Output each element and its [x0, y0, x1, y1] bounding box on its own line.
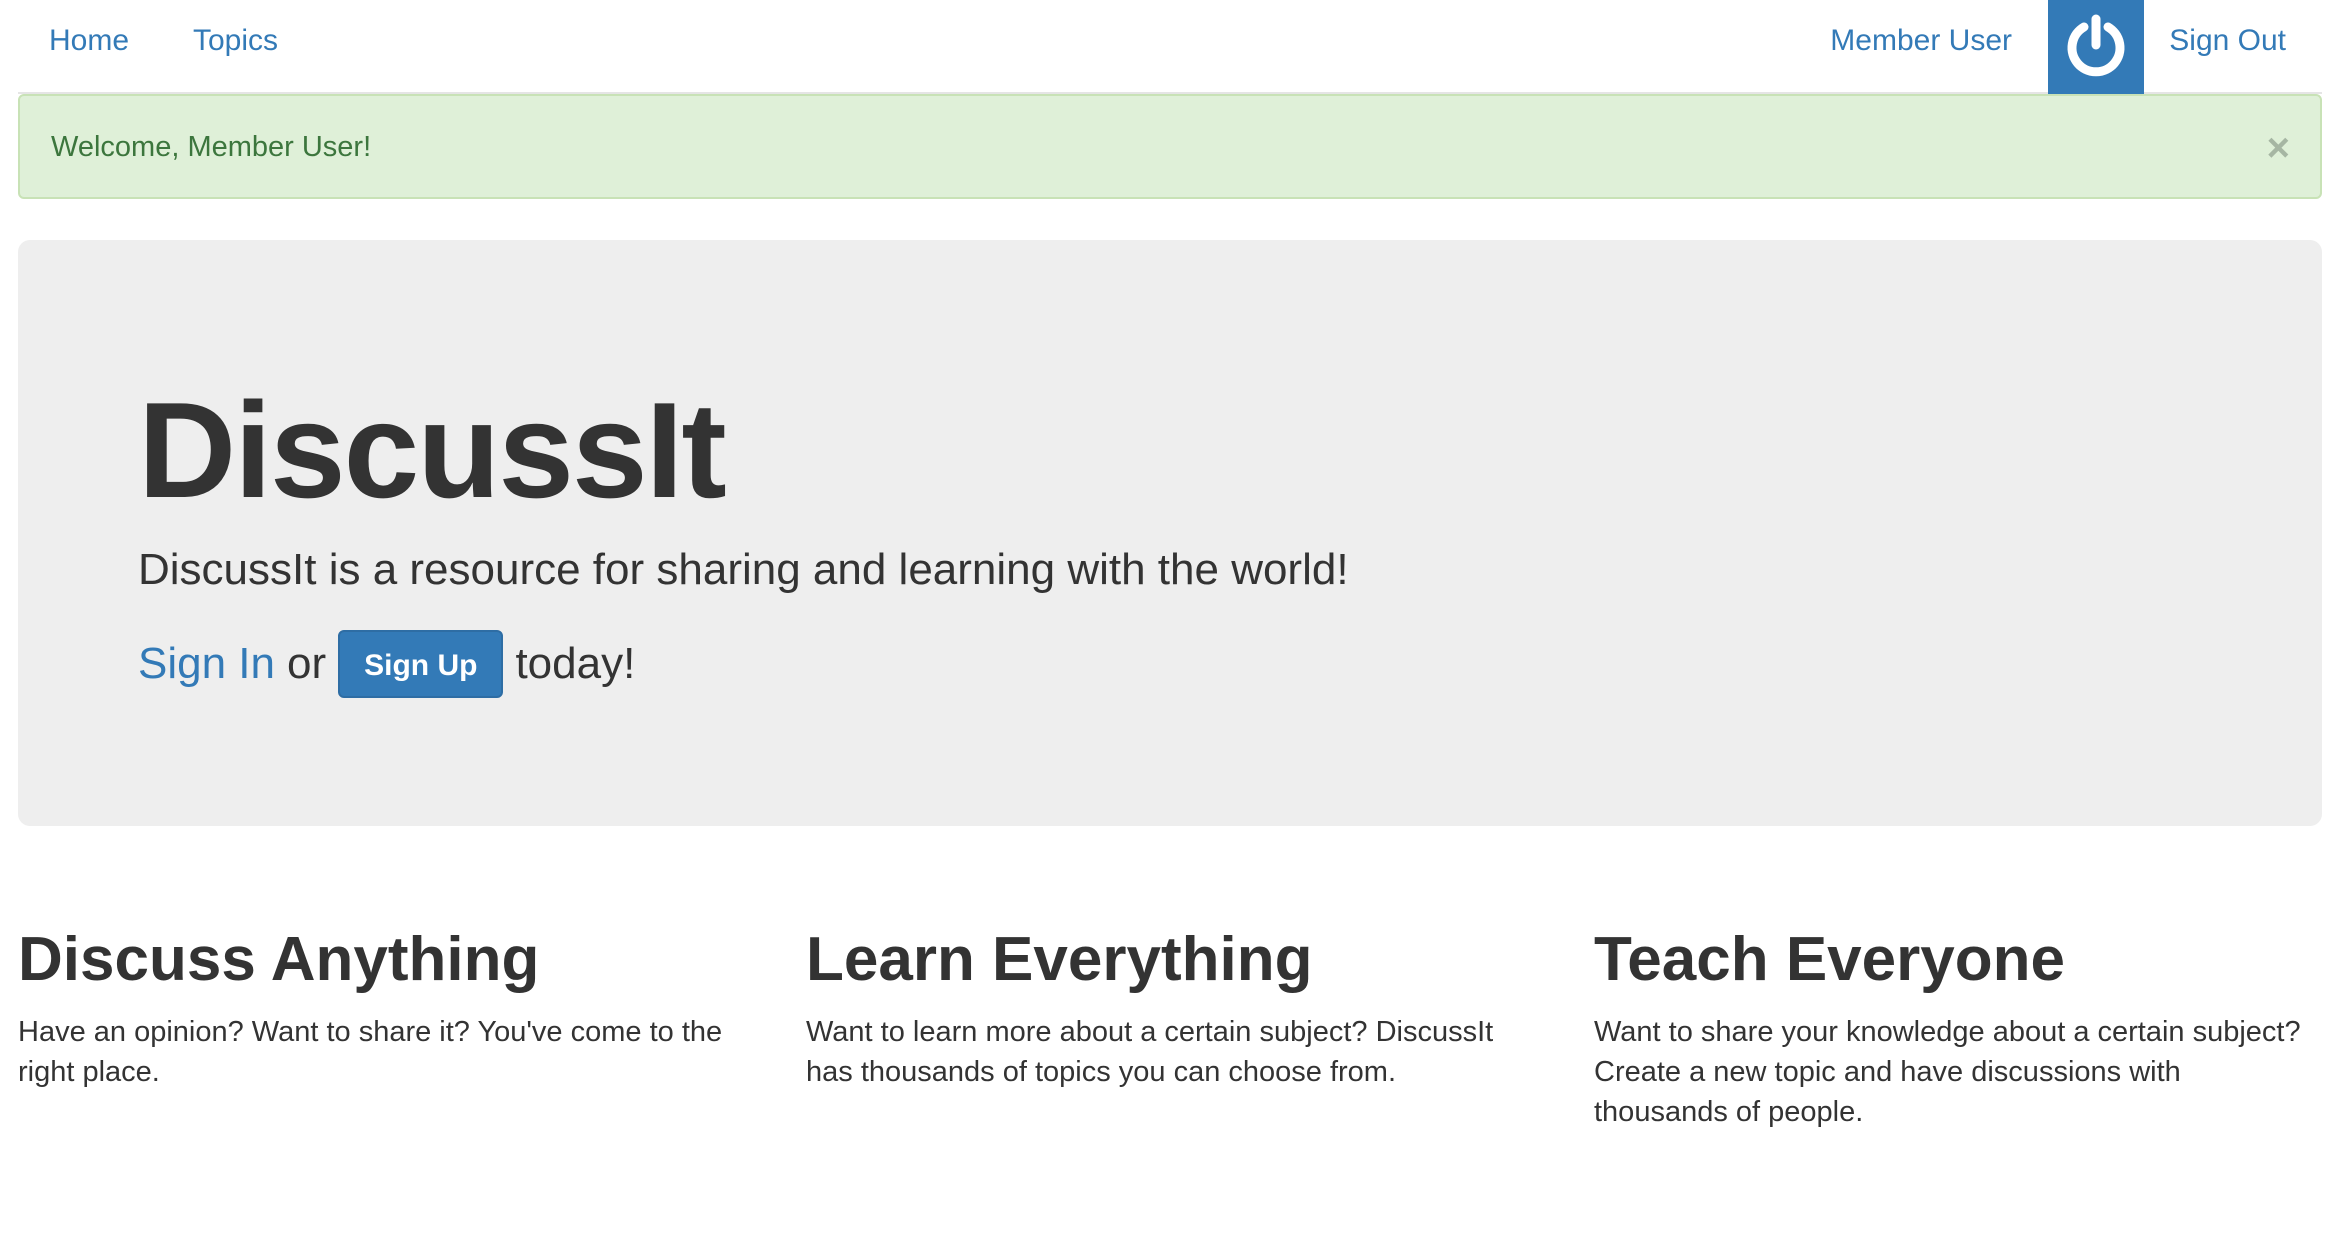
avatar[interactable]: [2048, 0, 2144, 94]
feature-heading: Teach Everyone: [1594, 925, 2065, 994]
welcome-alert: Welcome, Member User! ×: [18, 94, 2322, 199]
alert-message: Welcome, Member User!: [51, 131, 372, 163]
feature-learn: Learn Everything Want to learn more abou…: [806, 918, 1526, 1092]
power-icon: [2067, 14, 2125, 77]
hero-jumbotron: DiscussIt DiscussIt is a resource for sh…: [18, 240, 2322, 826]
page: Home Topics Member User Sign Out Welcome…: [0, 0, 2342, 1252]
feature-text: Want to learn more about a certain subje…: [806, 1016, 1494, 1088]
signin-link[interactable]: Sign In: [138, 639, 275, 689]
feature-heading: Discuss Anything: [18, 925, 540, 994]
feature-text: Have an opinion? Want to share it? You'v…: [18, 1016, 723, 1088]
hero-cta: Sign In or Sign Up today!: [138, 628, 635, 700]
cta-or-text: or: [286, 639, 327, 688]
nav-user-link[interactable]: Member User: [1830, 0, 2012, 82]
signup-button[interactable]: Sign Up: [338, 630, 504, 698]
top-navbar: Home Topics Member User Sign Out: [18, 0, 2322, 94]
hero-lead: DiscussIt is a resource for sharing and …: [138, 545, 1349, 594]
feature-discuss: Discuss Anything Have an opinion? Want t…: [18, 918, 738, 1092]
close-icon[interactable]: ×: [2267, 128, 2290, 168]
hero-title: DiscussIt: [138, 374, 727, 526]
feature-text: Want to share your knowledge about a cer…: [1594, 1016, 2301, 1128]
feature-teach: Teach Everyone Want to share your knowle…: [1594, 918, 2314, 1132]
cta-today-text: today!: [515, 639, 636, 688]
feature-heading: Learn Everything: [806, 925, 1313, 994]
nav-signout-link[interactable]: Sign Out: [2169, 0, 2286, 82]
nav-topics-link[interactable]: Topics: [193, 0, 278, 82]
nav-home-link[interactable]: Home: [49, 0, 129, 82]
